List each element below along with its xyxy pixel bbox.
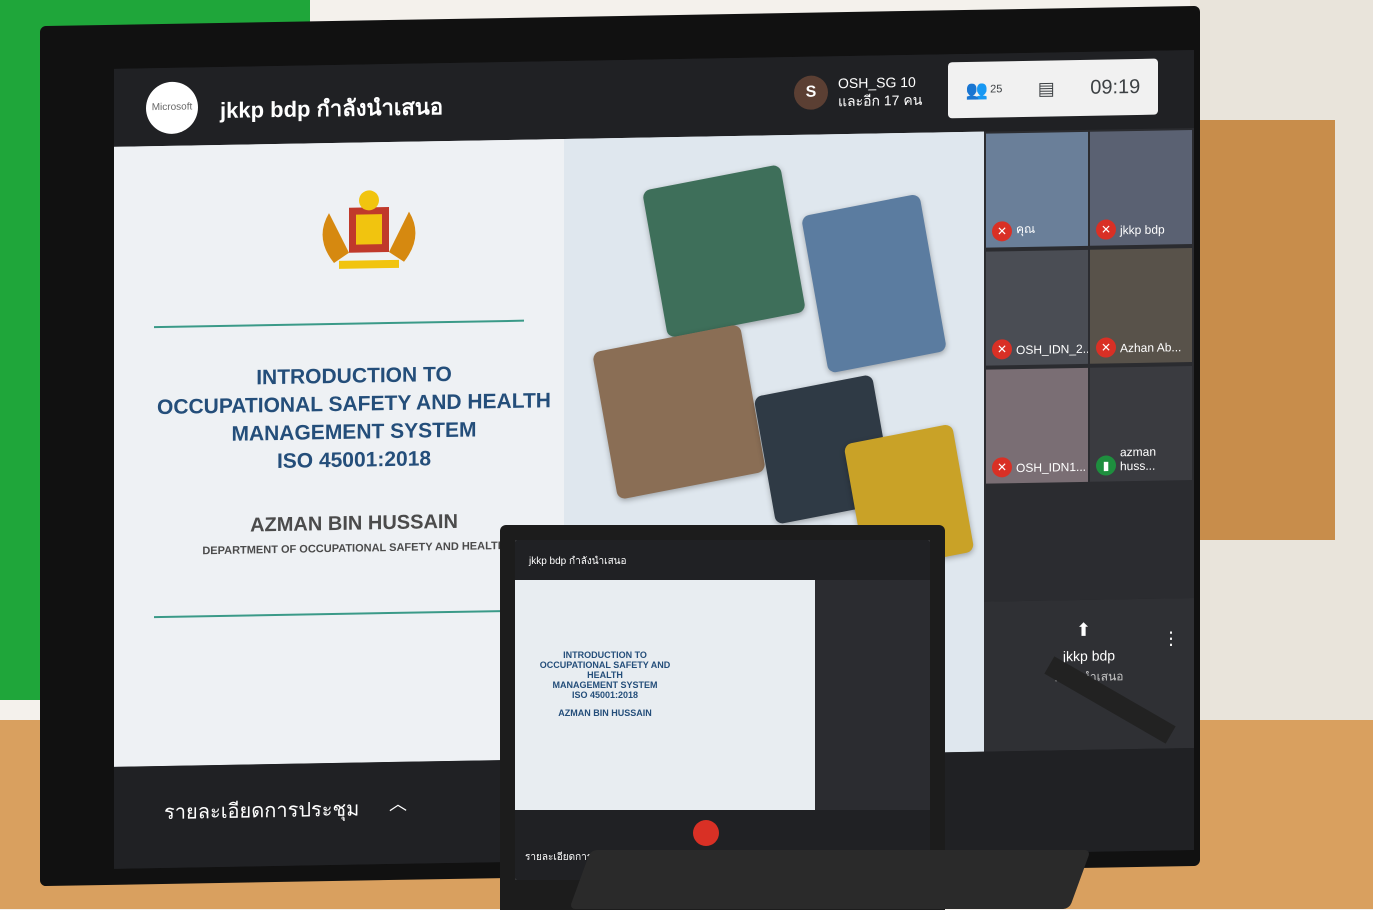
laptop-slide-line: ISO 45001:2018	[571, 690, 639, 700]
end-call-button[interactable]	[693, 820, 719, 846]
mic-off-icon: ✕	[992, 221, 1012, 242]
laptop-presenter-title: jkkp bdp กำลังนำเสนอ	[529, 556, 627, 567]
chat-icon: ▤	[1037, 77, 1055, 99]
presenter-title: jkkp bdp กำลังนำเสนอ	[220, 94, 444, 123]
laptop-slide-line: MANAGEMENT SYSTEM	[552, 680, 658, 690]
meeting-controls: 👥 25 ▤ 09:19	[948, 58, 1158, 119]
speaking-icon: ▮	[1096, 455, 1116, 476]
chat-button[interactable]: ▤	[1038, 78, 1055, 99]
participant-grid: ✕ คุณ ✕ jkkp bdp ✕ OSH_IDN_2... ✕ Azhan …	[984, 127, 1194, 602]
more-options-icon[interactable]: ⋮	[1162, 628, 1180, 649]
mic-off-icon: ✕	[1096, 219, 1116, 240]
slide-title-line: ISO 45001:2018	[276, 447, 432, 473]
people-icon: 👥	[965, 79, 989, 100]
laptop-keyboard	[569, 850, 1091, 909]
tile-name: azman huss...	[1120, 444, 1157, 474]
laptop-participant-grid	[815, 580, 930, 810]
chevron-up-icon[interactable]: ︿	[389, 790, 407, 816]
participant-tile[interactable]: ✕ OSH_IDN1...	[986, 367, 1088, 484]
wood-cabinet	[1195, 120, 1335, 540]
tile-name: คุณ	[1016, 221, 1036, 237]
worker-photo	[801, 193, 947, 374]
tile-name: OSH_IDN_2...	[1016, 341, 1088, 358]
participant-tile[interactable]: ✕ คุณ	[986, 131, 1088, 248]
microsoft-logo-icon: Microsoft	[146, 81, 198, 135]
malaysia-crest-icon	[322, 190, 416, 269]
slide-text-panel: INTRODUCTION TO OCCUPATIONAL SAFETY AND …	[114, 138, 564, 767]
slide-title: INTRODUCTION TO OCCUPATIONAL SAFETY AND …	[144, 359, 564, 478]
photo-scene: Microsoft jkkp bdp กำลังนำเสนอ S OSH_SG …	[0, 0, 1373, 910]
divider	[154, 609, 524, 619]
people-count: 25	[990, 83, 1003, 96]
laptop-slide-text: INTRODUCTION TO OCCUPATIONAL SAFETY AND …	[525, 650, 685, 718]
laptop-screen: jkkp bdp กำลังนำเสนอ INTRODUCTION TO OCC…	[515, 540, 930, 880]
clock-time: 09:19	[1090, 75, 1141, 99]
worker-photo	[592, 324, 766, 500]
participant-tile[interactable]: ✕ jkkp bdp	[1090, 130, 1192, 246]
participant-more: และอีก 17 คน	[838, 91, 923, 110]
laptop-topbar: jkkp bdp กำลังนำเสนอ	[515, 540, 930, 580]
participant-text: OSH_SG 10 และอีก 17 คน	[838, 73, 922, 110]
laptop-slide-line: AZMAN BIN HUSSAIN	[558, 708, 652, 718]
participant-tile[interactable]: ✕ Azhan Ab...	[1090, 248, 1192, 364]
participant-name: OSH_SG 10	[838, 73, 916, 92]
worker-photo	[642, 164, 806, 339]
mic-off-icon: ✕	[992, 339, 1012, 360]
people-button[interactable]: 👥 25	[966, 79, 1003, 101]
tile-name: OSH_IDN1...	[1016, 459, 1087, 476]
present-screen-icon: ⬆	[1076, 619, 1092, 641]
tile-name: jkkp bdp	[1120, 222, 1165, 238]
laptop-slide: INTRODUCTION TO OCCUPATIONAL SAFETY AND …	[515, 580, 815, 810]
mic-off-icon: ✕	[992, 457, 1012, 478]
avatar: S	[794, 75, 828, 110]
participant-chip[interactable]: S OSH_SG 10 และอีก 17 คน	[794, 73, 922, 111]
meeting-details-button[interactable]: รายละเอียดการประชุม	[164, 793, 359, 828]
mic-off-icon: ✕	[1096, 337, 1116, 358]
laptop-slide-line: OCCUPATIONAL SAFETY AND HEALTH	[539, 660, 671, 680]
laptop-slide-line: INTRODUCTION TO	[563, 650, 647, 660]
tile-name: Azhan Ab...	[1120, 340, 1182, 356]
participant-tile[interactable]: ▮ azman huss...	[1090, 366, 1192, 482]
divider	[154, 319, 524, 329]
participant-tile[interactable]: ✕ OSH_IDN_2...	[986, 249, 1088, 366]
